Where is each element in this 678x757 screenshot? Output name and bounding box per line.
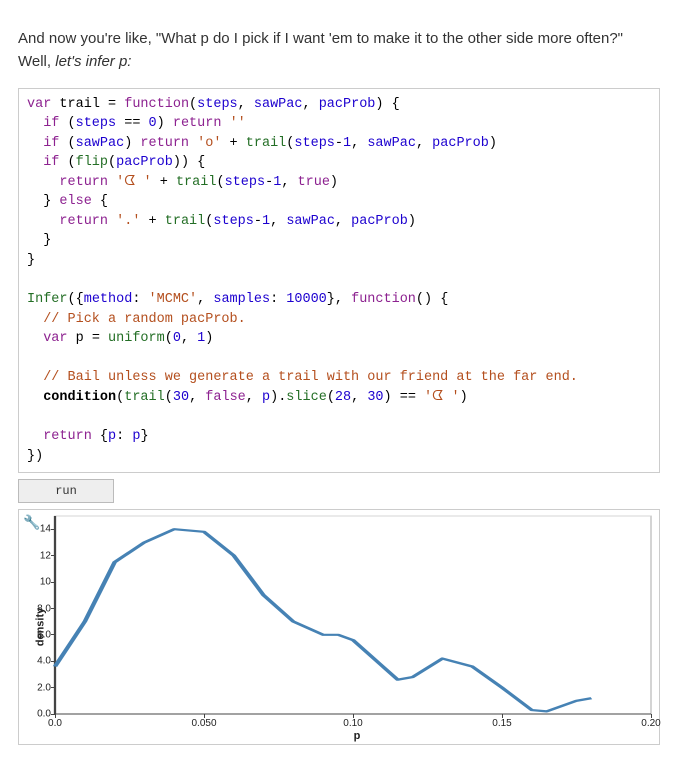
run-button[interactable]: run (18, 479, 114, 503)
chart-xlabel: p (55, 730, 659, 742)
intro-emph: let's infer p: (55, 53, 131, 70)
chart-plot-area: 0.02.04.06.08.01012140.00.0500.100.150.2… (55, 516, 651, 714)
intro-text: And now you're like, "What p do I pick i… (18, 27, 660, 74)
wrench-icon[interactable]: 🔧 (23, 514, 40, 531)
chart-container: 🔧 density 0.02.04.06.08.01012140.00.0500… (18, 509, 660, 745)
code-block: var trail = function(steps, sawPac, pacP… (18, 88, 660, 474)
